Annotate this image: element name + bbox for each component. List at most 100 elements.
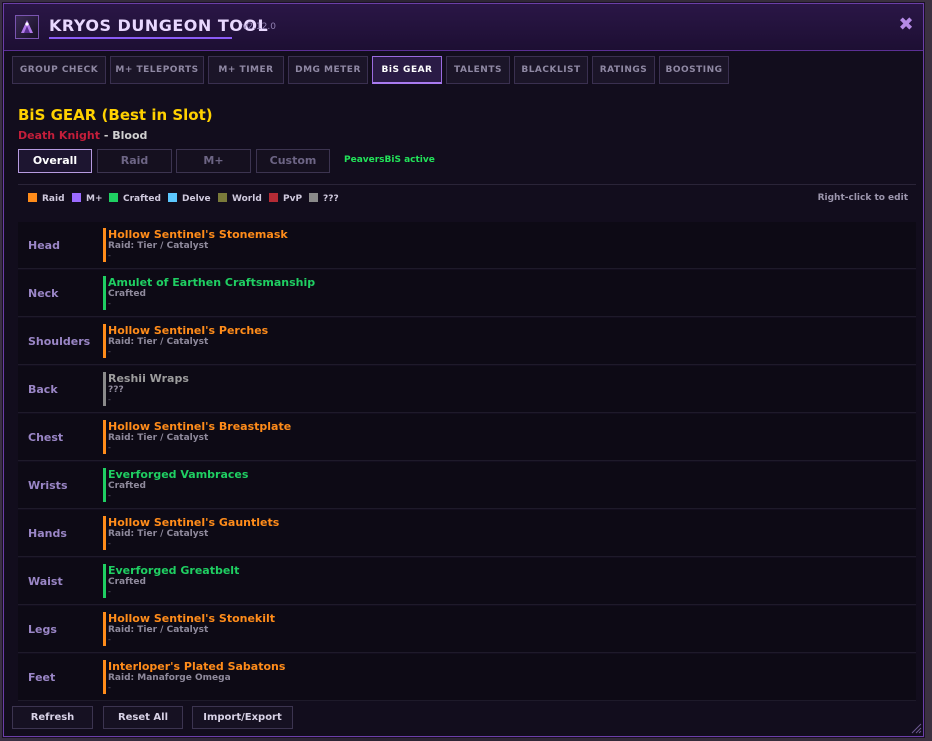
subtab-custom[interactable]: Custom [256, 149, 330, 173]
item-source: ??? [108, 385, 124, 395]
item-name: Hollow Sentinel's Gauntlets [108, 516, 280, 529]
legend-swatch [218, 193, 227, 202]
resize-grip-icon[interactable] [910, 722, 922, 734]
legend-swatch [28, 193, 37, 202]
source-color-bar [103, 420, 106, 454]
item-source: Crafted [108, 577, 146, 587]
legend-raid: Raid [28, 193, 65, 204]
title-underline [49, 37, 232, 39]
source-color-bar [103, 324, 106, 358]
legend-swatch [109, 193, 118, 202]
slot-label: Feet [28, 671, 56, 684]
kryos-logo-icon [15, 15, 39, 39]
legend-mplus: M+ [72, 193, 103, 204]
tab-talents[interactable]: TALENTS [446, 56, 510, 84]
legend-crafted: Crafted [109, 193, 161, 204]
source-color-bar [103, 612, 106, 646]
item-name: Everforged Greatbelt [108, 564, 240, 577]
gear-row-waist[interactable]: Waist Everforged Greatbelt Crafted - [18, 558, 916, 605]
item-extra: - [108, 491, 111, 500]
item-source: Crafted [108, 289, 146, 299]
edit-hint: Right-click to edit [817, 193, 908, 203]
slot-label: Back [28, 383, 58, 396]
item-name: Everforged Vambraces [108, 468, 249, 481]
item-name: Hollow Sentinel's Breastplate [108, 420, 292, 433]
slot-label: Head [28, 239, 60, 252]
item-name: Interloper's Plated Sabatons [108, 660, 286, 673]
legend-swatch [72, 193, 81, 202]
legend-unknown: ??? [309, 193, 339, 204]
slot-label: Shoulders [28, 335, 91, 348]
item-extra: - [108, 683, 111, 692]
item-extra: - [108, 539, 111, 548]
gear-row-neck[interactable]: Neck Amulet of Earthen Craftsmanship Cra… [18, 270, 916, 317]
legend-swatch [309, 193, 318, 202]
source-color-bar [103, 564, 106, 598]
peavers-status: PeaversBiS active [344, 155, 435, 165]
subtab-mplus[interactable]: M+ [176, 149, 251, 173]
refresh-button[interactable]: Refresh [12, 706, 93, 729]
slot-label: Wrists [28, 479, 68, 492]
source-legend: Raid M+ Crafted Delve World PvP ??? Righ… [18, 184, 916, 214]
legend-swatch [168, 193, 177, 202]
slot-label: Hands [28, 527, 67, 540]
item-source: Crafted [108, 481, 146, 491]
item-name: Hollow Sentinel's Stonemask [108, 228, 288, 241]
gear-row-wrists[interactable]: Wrists Everforged Vambraces Crafted - [18, 462, 916, 509]
legend-world: World [218, 193, 262, 204]
legend-delve: Delve [168, 193, 211, 204]
subtab-overall[interactable]: Overall [18, 149, 92, 173]
item-source: Raid: Tier / Catalyst [108, 433, 209, 443]
item-source: Raid: Tier / Catalyst [108, 337, 209, 347]
gear-row-head[interactable]: Head Hollow Sentinel's Stonemask Raid: T… [18, 222, 916, 269]
item-extra: - [108, 443, 111, 452]
gear-row-feet[interactable]: Feet Interloper's Plated Sabatons Raid: … [18, 654, 916, 701]
legend-swatch [269, 193, 278, 202]
subtab-raid[interactable]: Raid [97, 149, 172, 173]
source-color-bar [103, 372, 106, 406]
source-color-bar [103, 276, 106, 310]
item-extra: - [108, 635, 111, 644]
item-name: Amulet of Earthen Craftsmanship [108, 276, 316, 289]
item-source: Raid: Tier / Catalyst [108, 625, 209, 635]
spec-separator: - [100, 129, 113, 142]
tab-bis-gear[interactable]: BiS GEAR [372, 56, 442, 84]
close-icon[interactable]: ✖ [897, 16, 915, 34]
reset-all-button[interactable]: Reset All [103, 706, 183, 729]
gear-row-back[interactable]: Back Reshii Wraps ??? - [18, 366, 916, 413]
tab-dmg-meter[interactable]: DMG METER [288, 56, 368, 84]
section-title: BiS GEAR (Best in Slot) [18, 106, 213, 124]
import-export-button[interactable]: Import/Export [192, 706, 293, 729]
gear-row-hands[interactable]: Hands Hollow Sentinel's Gauntlets Raid: … [18, 510, 916, 557]
gear-row-legs[interactable]: Legs Hollow Sentinel's Stonekilt Raid: T… [18, 606, 916, 653]
item-name: Hollow Sentinel's Stonekilt [108, 612, 276, 625]
source-color-bar [103, 228, 106, 262]
app-version: v2.12.0 [242, 22, 276, 32]
item-source: Raid: Tier / Catalyst [108, 241, 209, 251]
title-bar[interactable]: KRYOS DUNGEON TOOL v2.12.0 ✖ [4, 4, 923, 51]
class-spec-line: Death Knight - Blood [18, 129, 147, 142]
item-name: Reshii Wraps [108, 372, 189, 385]
app-title: KRYOS DUNGEON TOOL [49, 16, 269, 35]
tab-ratings[interactable]: RATINGS [592, 56, 655, 84]
item-source: Raid: Manaforge Omega [108, 673, 231, 683]
item-extra: - [108, 251, 111, 260]
gear-row-chest[interactable]: Chest Hollow Sentinel's Breastplate Raid… [18, 414, 916, 461]
item-extra: - [108, 395, 111, 404]
kryos-window: KRYOS DUNGEON TOOL v2.12.0 ✖ GROUP CHECK… [3, 3, 924, 737]
spec-name: Blood [112, 129, 148, 142]
tab-group-check[interactable]: GROUP CHECK [12, 56, 106, 84]
slot-label: Legs [28, 623, 57, 636]
tab-blacklist[interactable]: BLACKLIST [514, 56, 588, 84]
item-extra: - [108, 587, 111, 596]
tab-boosting[interactable]: BOOSTING [659, 56, 729, 84]
source-color-bar [103, 660, 106, 694]
gear-row-shoulders[interactable]: Shoulders Hollow Sentinel's Perches Raid… [18, 318, 916, 365]
item-source: Raid: Tier / Catalyst [108, 529, 209, 539]
class-name: Death Knight [18, 129, 101, 142]
tab-m-timer[interactable]: M+ TIMER [208, 56, 284, 84]
tab-m-teleports[interactable]: M+ TELEPORTS [110, 56, 204, 84]
legend-pvp: PvP [269, 193, 302, 204]
slot-label: Neck [28, 287, 59, 300]
source-color-bar [103, 468, 106, 502]
